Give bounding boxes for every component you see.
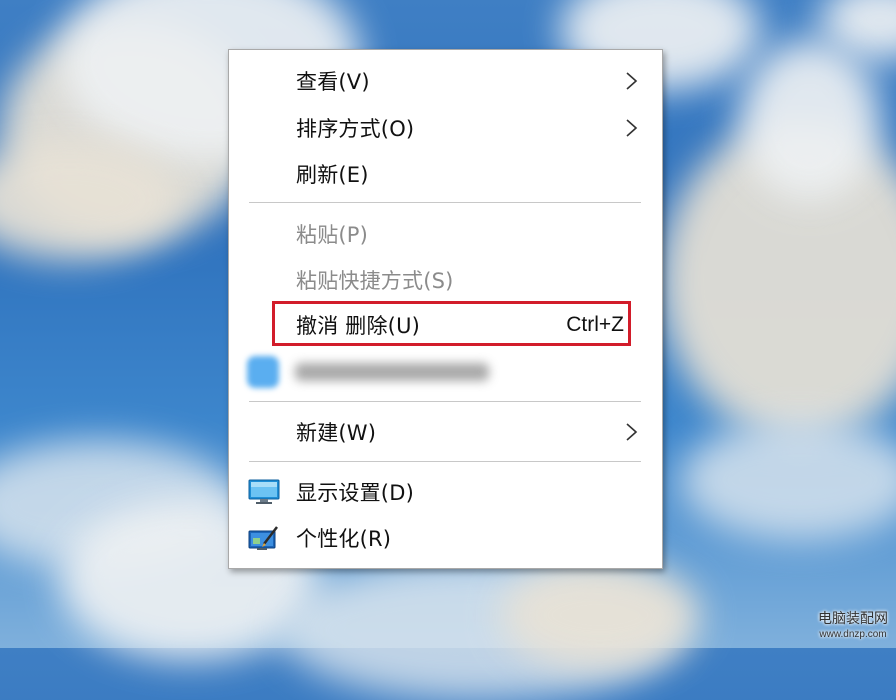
watermark: 电脑装配网 www.dnzp.com: [818, 612, 888, 642]
chevron-right-icon: [626, 119, 638, 137]
watermark-title: 电脑装配网: [818, 611, 888, 627]
menu-item-label: 个性化(R): [296, 527, 392, 551]
app-icon: [247, 356, 279, 388]
menu-item-label: 显示设置(D): [296, 481, 414, 505]
menu-item-label: 刷新(E): [296, 163, 369, 187]
blurred-label: [295, 363, 489, 381]
desktop-context-menu: 查看(V) 排序方式(O) 刷新(E) 粘贴(P) 粘贴快捷方式(S) 撤消 删…: [228, 49, 663, 569]
menu-item-label: 粘贴快捷方式(S): [296, 269, 454, 293]
annotation-highlight-box: [272, 301, 631, 346]
menu-separator: [249, 202, 641, 203]
menu-item-label: 新建(W): [296, 421, 377, 445]
menu-item-display-settings[interactable]: 显示设置(D): [229, 470, 662, 514]
chevron-right-icon: [626, 423, 638, 441]
display-icon: [248, 479, 280, 504]
menu-item-blurred[interactable]: [229, 350, 662, 394]
menu-item-personalize[interactable]: 个性化(R): [229, 516, 662, 560]
personalize-icon: [248, 526, 278, 550]
menu-item-label: 排序方式(O): [296, 117, 415, 141]
menu-item-view[interactable]: 查看(V): [229, 59, 662, 103]
menu-separator: [249, 461, 641, 462]
chevron-right-icon: [626, 72, 638, 90]
menu-item-label: 查看(V): [296, 70, 370, 94]
menu-item-paste-shortcut: 粘贴快捷方式(S): [229, 258, 662, 302]
menu-separator: [249, 401, 641, 402]
menu-item-paste: 粘贴(P): [229, 212, 662, 256]
menu-item-refresh[interactable]: 刷新(E): [229, 152, 662, 196]
menu-item-label: 粘贴(P): [296, 223, 369, 247]
watermark-url: www.dnzp.com: [819, 629, 887, 640]
menu-item-new[interactable]: 新建(W): [229, 410, 662, 454]
menu-item-sort-by[interactable]: 排序方式(O): [229, 106, 662, 150]
